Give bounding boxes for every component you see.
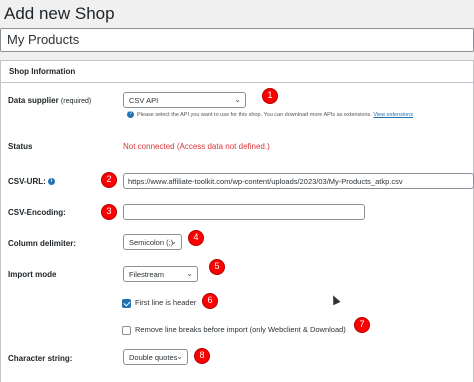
badge-4: 4	[188, 230, 204, 246]
csv-encoding-input[interactable]	[123, 204, 365, 220]
badge-5: 5	[209, 259, 225, 275]
character-string-label: Character string:	[8, 354, 73, 363]
info-icon[interactable]: i	[47, 178, 55, 186]
hint-text: Please select the API you want to use fo…	[137, 111, 372, 118]
badge-2: 2	[101, 172, 117, 188]
data-supplier-label: Data supplier (required)	[8, 96, 91, 105]
badge-7: 7	[354, 317, 370, 333]
column-delimiter-label: Column delimiter:	[8, 239, 77, 248]
import-mode-select[interactable]: Filestream ⌄	[123, 266, 198, 282]
status-value: Not connected (Access data not defined.)	[123, 142, 270, 151]
chevron-down-icon: ⌄	[186, 269, 193, 278]
data-supplier-label-text: Data supplier	[8, 96, 59, 105]
character-string-select[interactable]: Double quotes ⌄	[123, 349, 188, 365]
remove-line-breaks-label: Remove line breaks before import (only W…	[135, 325, 346, 334]
column-delimiter-value: Semicolon (;)	[129, 238, 174, 247]
data-supplier-value: CSV API	[129, 96, 159, 105]
data-supplier-hint: ? Please select the API you want to use f…	[127, 111, 413, 118]
badge-3: 3	[101, 204, 117, 220]
help-icon: ?	[127, 111, 134, 118]
box-title: Shop Information	[1, 61, 473, 83]
badge-6: 6	[202, 293, 218, 309]
page-title: Add new Shop	[4, 4, 115, 23]
chevron-down-icon: ⌄	[170, 237, 177, 246]
required-note: (required)	[60, 98, 92, 105]
csv-encoding-label: CSV-Encoding:	[8, 208, 66, 217]
view-extensions-link[interactable]: View extensions	[373, 112, 413, 118]
chevron-down-icon: ⌄	[234, 95, 241, 104]
column-delimiter-select[interactable]: Semicolon (;) ⌄	[123, 234, 182, 250]
badge-8: 8	[194, 348, 210, 364]
remove-line-breaks-checkbox[interactable]	[122, 325, 131, 335]
remove-line-breaks-row[interactable]: Remove line breaks before import (only W…	[122, 325, 346, 335]
data-supplier-select[interactable]: CSV API ⌄	[123, 92, 246, 108]
import-mode-label: Import mode	[8, 270, 57, 279]
shop-name-input[interactable]: My Products	[0, 28, 474, 52]
csv-url-label: CSV-URL: i	[8, 177, 55, 186]
chevron-down-icon: ⌄	[176, 352, 183, 361]
badge-1: 1	[262, 88, 278, 104]
status-label: Status	[8, 142, 33, 151]
csv-url-label-text: CSV-URL:	[8, 177, 46, 186]
first-line-header-row[interactable]: First line is header	[122, 298, 196, 308]
first-line-header-label: First line is header	[135, 298, 197, 307]
csv-url-input[interactable]: https://www.affiliate-toolkit.com/wp-con…	[123, 173, 474, 189]
first-line-header-checkbox[interactable]	[122, 298, 131, 308]
character-string-value: Double quotes	[129, 353, 178, 362]
import-mode-value: Filestream	[129, 270, 165, 279]
